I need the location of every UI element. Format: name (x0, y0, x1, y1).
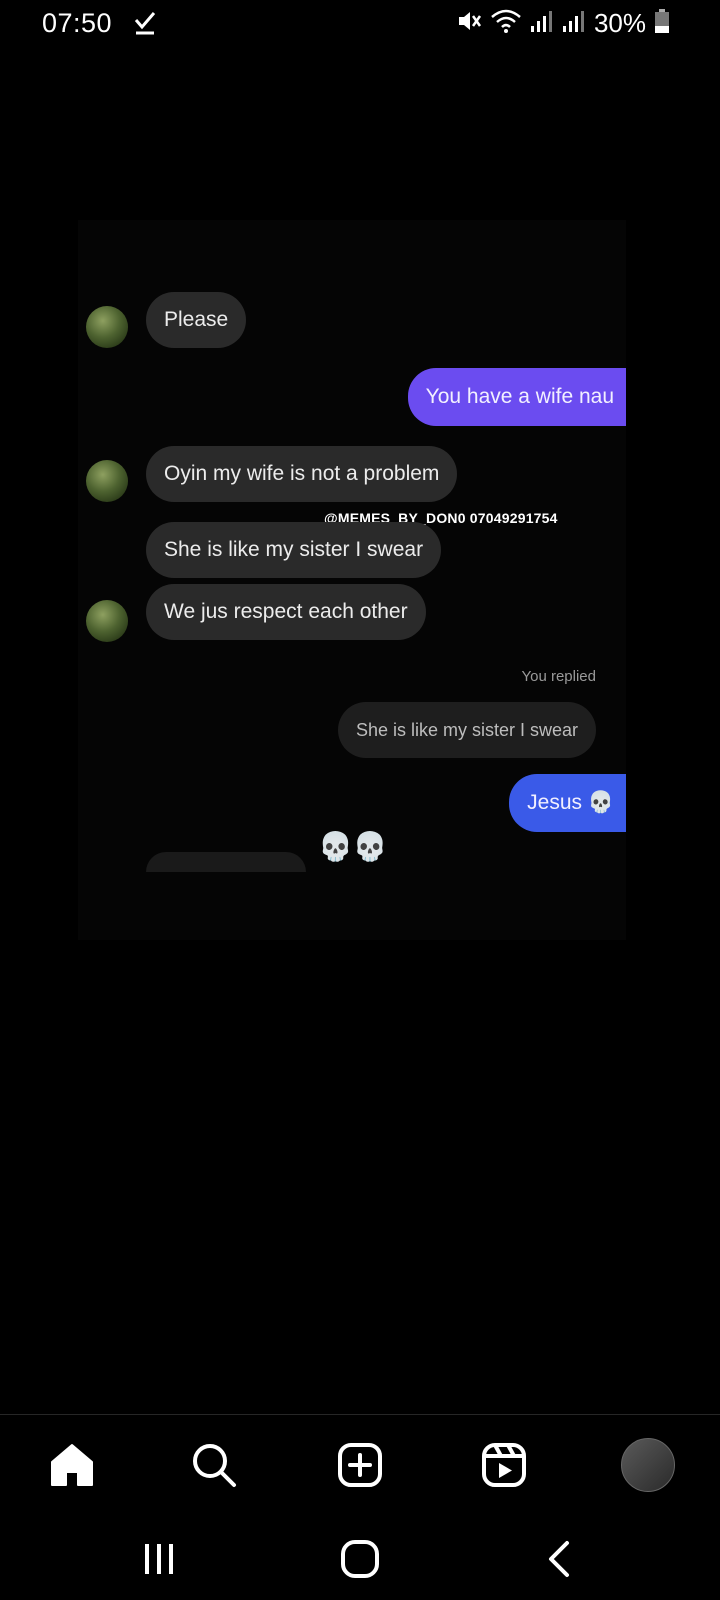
wifi-icon (490, 8, 522, 39)
search-icon[interactable] (186, 1437, 242, 1493)
check-icon (134, 10, 156, 41)
home-button-icon[interactable] (335, 1534, 385, 1584)
post-image[interactable]: Please You have a wife nau Oyin my wife … (78, 220, 626, 940)
message-incoming: Oyin my wife is not a problem (146, 446, 458, 502)
signal-icon (530, 8, 554, 39)
message-incoming: She is like my sister I swear (146, 522, 442, 578)
battery-icon (654, 8, 670, 39)
home-icon[interactable] (44, 1437, 100, 1493)
back-icon[interactable] (536, 1534, 586, 1584)
message-incoming: Please (146, 292, 247, 348)
message-outgoing: You have a wife nau (407, 368, 626, 426)
mute-icon (456, 8, 482, 39)
create-icon[interactable] (332, 1437, 388, 1493)
signal-icon (562, 8, 586, 39)
avatar (86, 460, 128, 502)
avatar (86, 600, 128, 642)
battery-percentage: 30% (593, 8, 646, 38)
system-navigation (0, 1514, 720, 1600)
replied-message: She is like my sister I swear (337, 702, 596, 758)
status-bar: 07:50 30% (0, 0, 720, 48)
recent-apps-icon[interactable] (134, 1534, 184, 1584)
status-icons: 30% (456, 8, 670, 39)
avatar (621, 1438, 675, 1492)
avatar (86, 306, 128, 348)
reels-icon[interactable] (476, 1437, 532, 1493)
message-incoming: We jus respect each other (146, 584, 426, 640)
reply-label: You replied (521, 668, 596, 685)
message-outgoing: Jesus 💀 (509, 774, 626, 832)
bottom-navigation (0, 1414, 720, 1515)
profile-avatar[interactable] (620, 1437, 676, 1493)
reaction-emoji: 💀💀 (318, 831, 388, 862)
partial-bubble (146, 852, 306, 872)
status-time: 07:50 (42, 8, 113, 38)
